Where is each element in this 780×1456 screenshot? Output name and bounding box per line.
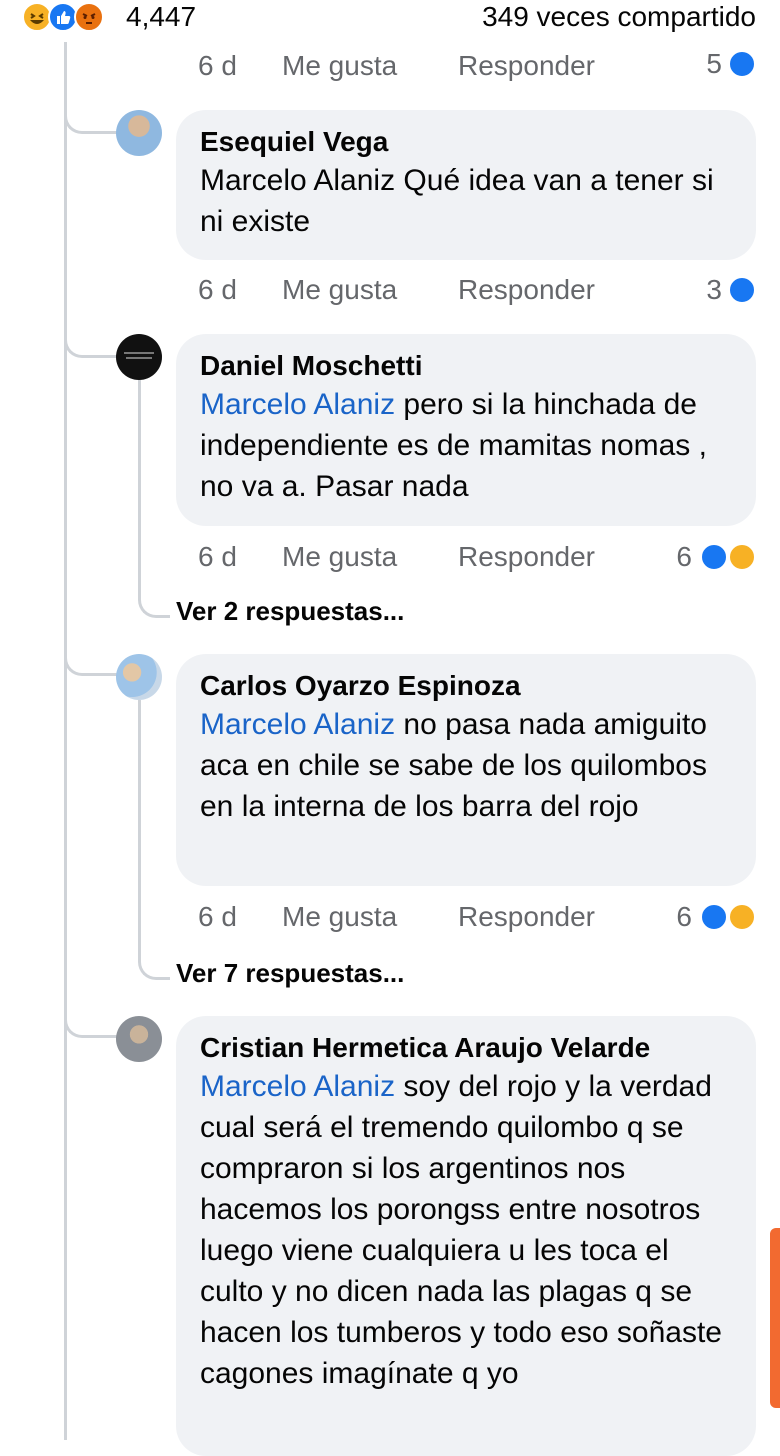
reaction-summary-bar: 4,447 349 veces compartido (0, 0, 780, 36)
reaction-number: 6 (676, 541, 692, 572)
reply-link[interactable]: Responder (458, 46, 595, 86)
like-icon (700, 543, 728, 571)
comment-time[interactable]: 6 d (198, 46, 237, 86)
comment-author[interactable]: Esequiel Vega (200, 124, 734, 160)
thread-connector (64, 642, 120, 676)
mention-link[interactable]: Marcelo Alaniz (200, 1070, 395, 1103)
reply-link[interactable]: Responder (458, 270, 595, 310)
like-link[interactable]: Me gusta (282, 270, 397, 310)
angry-icon (74, 2, 104, 32)
reply-link[interactable]: Responder (458, 537, 595, 577)
avatar[interactable] (116, 654, 162, 700)
comment-body: soy del rojo y la verdad cual será el tr… (200, 1070, 722, 1390)
comment-text: Marcelo Alaniz Qué idea van a tener si n… (200, 164, 714, 238)
comment-bubble: Esequiel Vega Marcelo Alaniz Qué idea va… (176, 110, 756, 260)
avatar[interactable] (116, 1016, 162, 1062)
comment-reactions[interactable]: 3 (676, 270, 756, 310)
comment-time[interactable]: 6 d (198, 897, 237, 937)
comment-actions: 6 d Me gusta Responder (198, 270, 598, 310)
comment-reactions[interactable]: 6 (646, 537, 756, 577)
comment-actions: 6 d Me gusta Responder (198, 537, 598, 577)
thread-connector (64, 324, 120, 358)
comment-author[interactable]: Carlos Oyarzo Espinoza (200, 668, 734, 704)
comment-author[interactable]: Daniel Moschetti (200, 348, 734, 384)
replies-connector (138, 380, 170, 618)
like-icon (700, 903, 728, 931)
thread-line-main (64, 42, 67, 1440)
comment-time[interactable]: 6 d (198, 537, 237, 577)
avatar[interactable] (116, 334, 162, 380)
reply-link[interactable]: Responder (458, 897, 595, 937)
comment-text: Marcelo Alaniz pero si la hinchada de in… (200, 384, 734, 507)
mention-link[interactable]: Marcelo Alaniz (200, 388, 395, 421)
comment-bubble: Daniel Moschetti Marcelo Alaniz pero si … (176, 334, 756, 526)
reaction-icons[interactable] (22, 2, 122, 32)
like-link[interactable]: Me gusta (282, 537, 397, 577)
comment-text: Marcelo Alaniz soy del rojo y la verdad … (200, 1066, 734, 1394)
thread-connector (64, 1004, 120, 1038)
comment-actions: 6 d Me gusta Responder (198, 897, 598, 937)
haha-icon (728, 903, 756, 931)
comment-text: Marcelo Alaniz no pasa nada amiguito aca… (200, 704, 734, 827)
avatar[interactable] (116, 110, 162, 156)
like-icon (728, 50, 756, 78)
mention-link[interactable]: Marcelo Alaniz (200, 708, 395, 741)
share-count[interactable]: 349 veces compartido (482, 0, 756, 34)
comment-bubble: Cristian Hermetica Araujo Velarde Marcel… (176, 1016, 756, 1456)
reaction-number: 3 (706, 274, 722, 305)
thread-connector (64, 100, 120, 134)
haha-icon (728, 543, 756, 571)
comment-time[interactable]: 6 d (198, 270, 237, 310)
scroll-indicator[interactable] (770, 1228, 780, 1408)
reaction-count[interactable]: 4,447 (126, 0, 196, 34)
like-link[interactable]: Me gusta (282, 897, 397, 937)
comment-reactions[interactable]: 6 (646, 897, 756, 937)
replies-connector (138, 700, 170, 980)
like-icon (728, 276, 756, 304)
reaction-number: 6 (676, 901, 692, 932)
comment-actions: 6 d Me gusta Responder (198, 46, 595, 86)
view-replies-link[interactable]: Ver 7 respuestas... (176, 956, 404, 990)
comment-bubble: Carlos Oyarzo Espinoza Marcelo Alaniz no… (176, 654, 756, 886)
comment-reactions[interactable]: 5 (676, 44, 756, 84)
comment-author[interactable]: Cristian Hermetica Araujo Velarde (200, 1030, 734, 1066)
like-link[interactable]: Me gusta (282, 46, 397, 86)
view-replies-link[interactable]: Ver 2 respuestas... (176, 594, 404, 628)
reaction-number: 5 (706, 48, 722, 79)
